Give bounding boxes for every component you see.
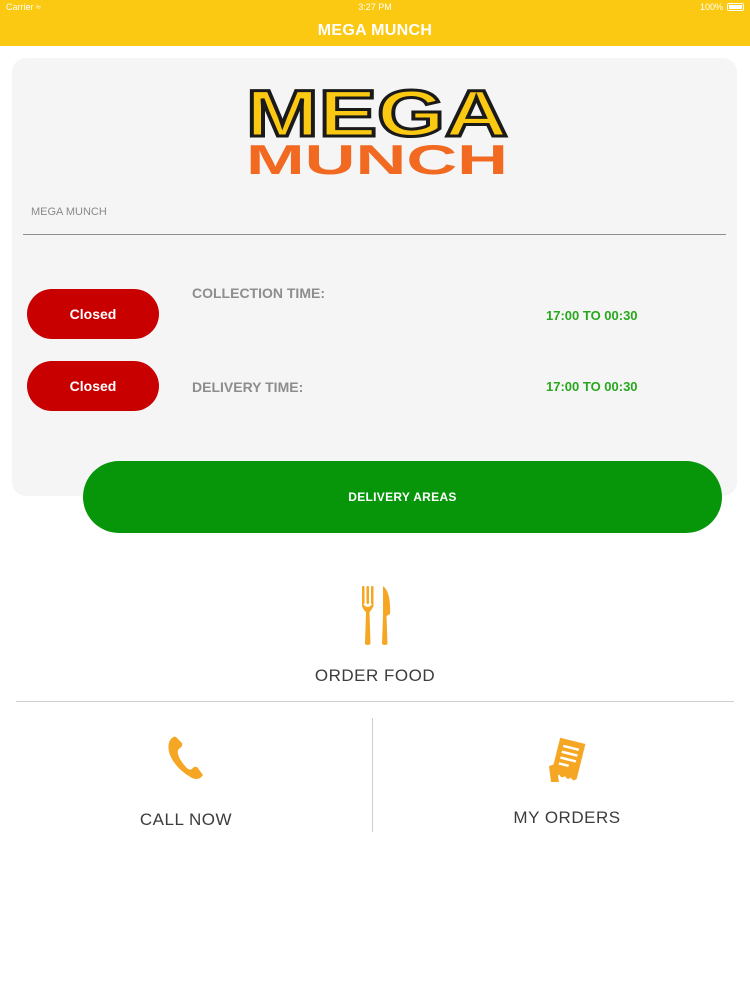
call-now-label: CALL NOW	[139, 810, 233, 829]
store-name: MEGA MUNCH	[31, 206, 107, 218]
collection-status-badge: Closed	[27, 289, 159, 339]
logo-munch-text: MUNCH	[246, 136, 508, 178]
battery-percent: 100%	[699, 2, 723, 12]
collection-hours: 17:00 TO 00:30	[546, 308, 638, 323]
status-time: 3:27 PM	[358, 2, 392, 12]
my-orders-label: MY ORDERS	[513, 808, 621, 827]
divider	[23, 234, 726, 235]
menu-divider-horizontal	[16, 701, 734, 702]
mega-munch-logo: MEGA MUNCH	[245, 78, 510, 178]
battery-indicator: 100%	[700, 2, 744, 12]
fork-knife-icon	[362, 586, 391, 645]
order-food-label: ORDER FOOD	[314, 666, 436, 685]
collection-time-label: COLLECTION TIME:	[192, 285, 325, 301]
status-bar: Carrier ≈ 3:27 PM 100%	[0, 0, 750, 14]
menu-divider-vertical	[372, 718, 373, 832]
page-title: MEGA MUNCH	[317, 22, 433, 39]
navigation-bar: Carrier ≈ 3:27 PM 100% MEGA MUNCH	[0, 0, 750, 46]
my-orders-button[interactable]: MY ORDERS	[476, 728, 658, 836]
store-info-card: MEGA MUNCH MEGA MUNCH Closed COLLECTION …	[12, 58, 737, 496]
delivery-areas-button[interactable]: DELIVERY AREAS	[83, 461, 722, 533]
phone-icon	[168, 736, 203, 779]
receipt-icon	[549, 737, 586, 782]
delivery-time-label: DELIVERY TIME:	[192, 379, 304, 395]
delivery-status-badge: Closed	[27, 361, 159, 411]
delivery-hours: 17:00 TO 00:30	[546, 379, 638, 394]
call-now-button[interactable]: CALL NOW	[100, 726, 272, 836]
order-food-button[interactable]: ORDER FOOD	[275, 576, 475, 691]
battery-icon	[727, 3, 744, 11]
app-screen: Carrier ≈ 3:27 PM 100% MEGA MUNCH MEGA M…	[0, 0, 750, 1000]
